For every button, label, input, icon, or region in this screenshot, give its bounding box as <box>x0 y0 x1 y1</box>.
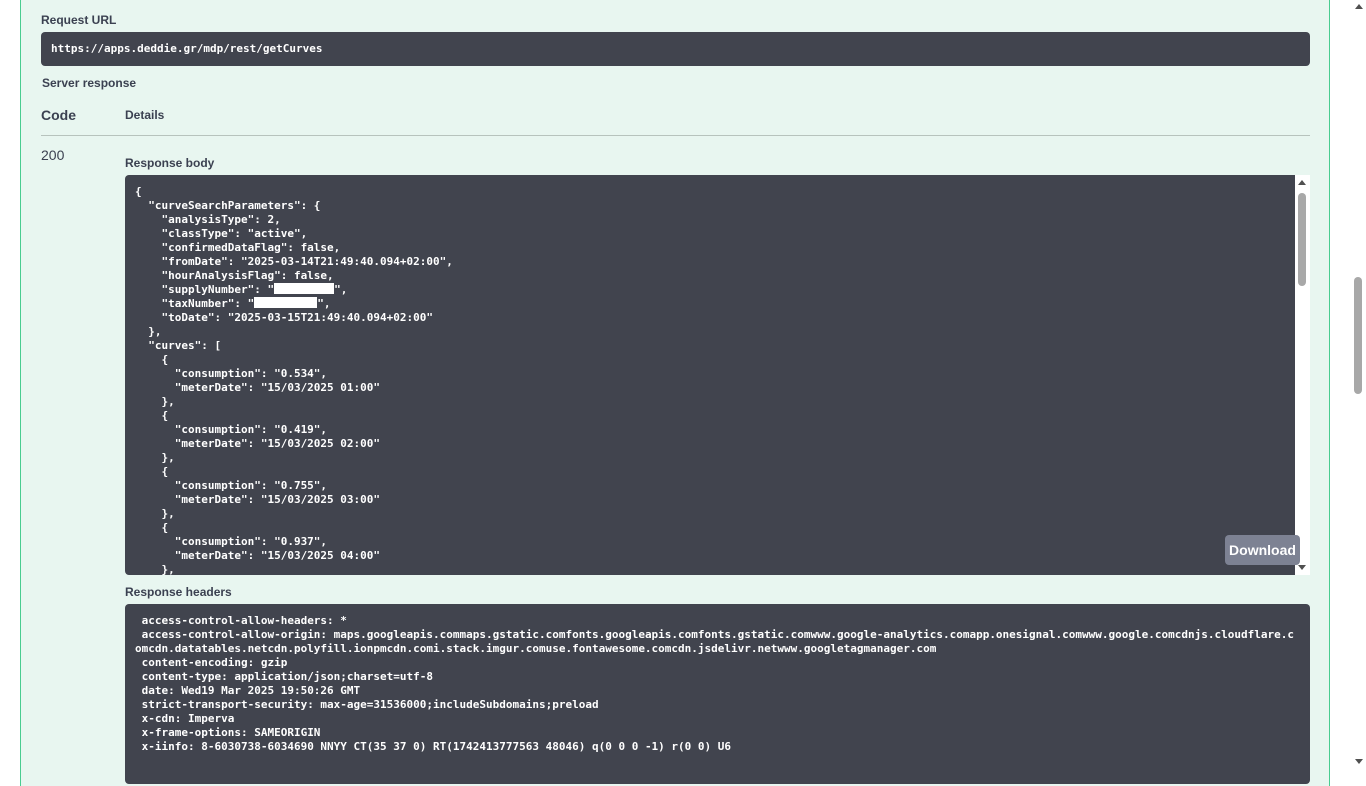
scrollbar-thumb[interactable] <box>1298 193 1306 286</box>
request-url-value[interactable]: https://apps.deddie.gr/mdp/rest/getCurve… <box>41 32 1310 66</box>
server-response-label: Server response <box>42 76 137 90</box>
response-headers-text: access-control-allow-headers: * access-c… <box>135 614 1294 753</box>
scroll-down-arrow-icon[interactable] <box>1298 565 1306 570</box>
tax-number-end: ", <box>317 297 331 310</box>
download-button[interactable]: Download <box>1225 535 1300 565</box>
page-scroll-down-arrow-icon[interactable] <box>1355 759 1363 764</box>
response-body-text-head: { "curveSearchParameters": { "analysisTy… <box>135 185 453 282</box>
scroll-up-arrow-icon[interactable] <box>1298 180 1306 185</box>
page-scrollbar-thumb[interactable] <box>1354 277 1362 394</box>
redacted-tax-number <box>254 297 318 308</box>
response-body[interactable]: { "curveSearchParameters": { "analysisTy… <box>125 175 1310 575</box>
supply-number-end: ", <box>334 283 348 296</box>
details-column-header: Details <box>125 108 165 122</box>
table-divider <box>41 135 1310 136</box>
supply-number-key: "supplyNumber": " <box>135 283 275 296</box>
response-body-scrollbar[interactable] <box>1295 175 1310 575</box>
redacted-supply-number <box>274 283 335 294</box>
code-column-header: Code <box>41 107 76 123</box>
response-body-label: Response body <box>125 156 215 170</box>
page-scrollbar[interactable] <box>1351 0 1366 768</box>
request-url-label: Request URL <box>41 13 117 27</box>
page-scroll-up-arrow-icon[interactable] <box>1355 4 1363 9</box>
response-headers-label: Response headers <box>125 585 232 599</box>
status-code: 200 <box>41 147 65 163</box>
tax-number-key: "taxNumber": " <box>135 297 255 310</box>
response-body-text-tail: "toDate": "2025-03-15T21:49:40.094+02:00… <box>148 311 434 575</box>
tax-number-line: "taxNumber": " ", <box>135 297 1310 311</box>
supply-number-line: "supplyNumber": " ", <box>135 283 1310 297</box>
response-headers[interactable]: access-control-allow-headers: * access-c… <box>125 604 1310 784</box>
